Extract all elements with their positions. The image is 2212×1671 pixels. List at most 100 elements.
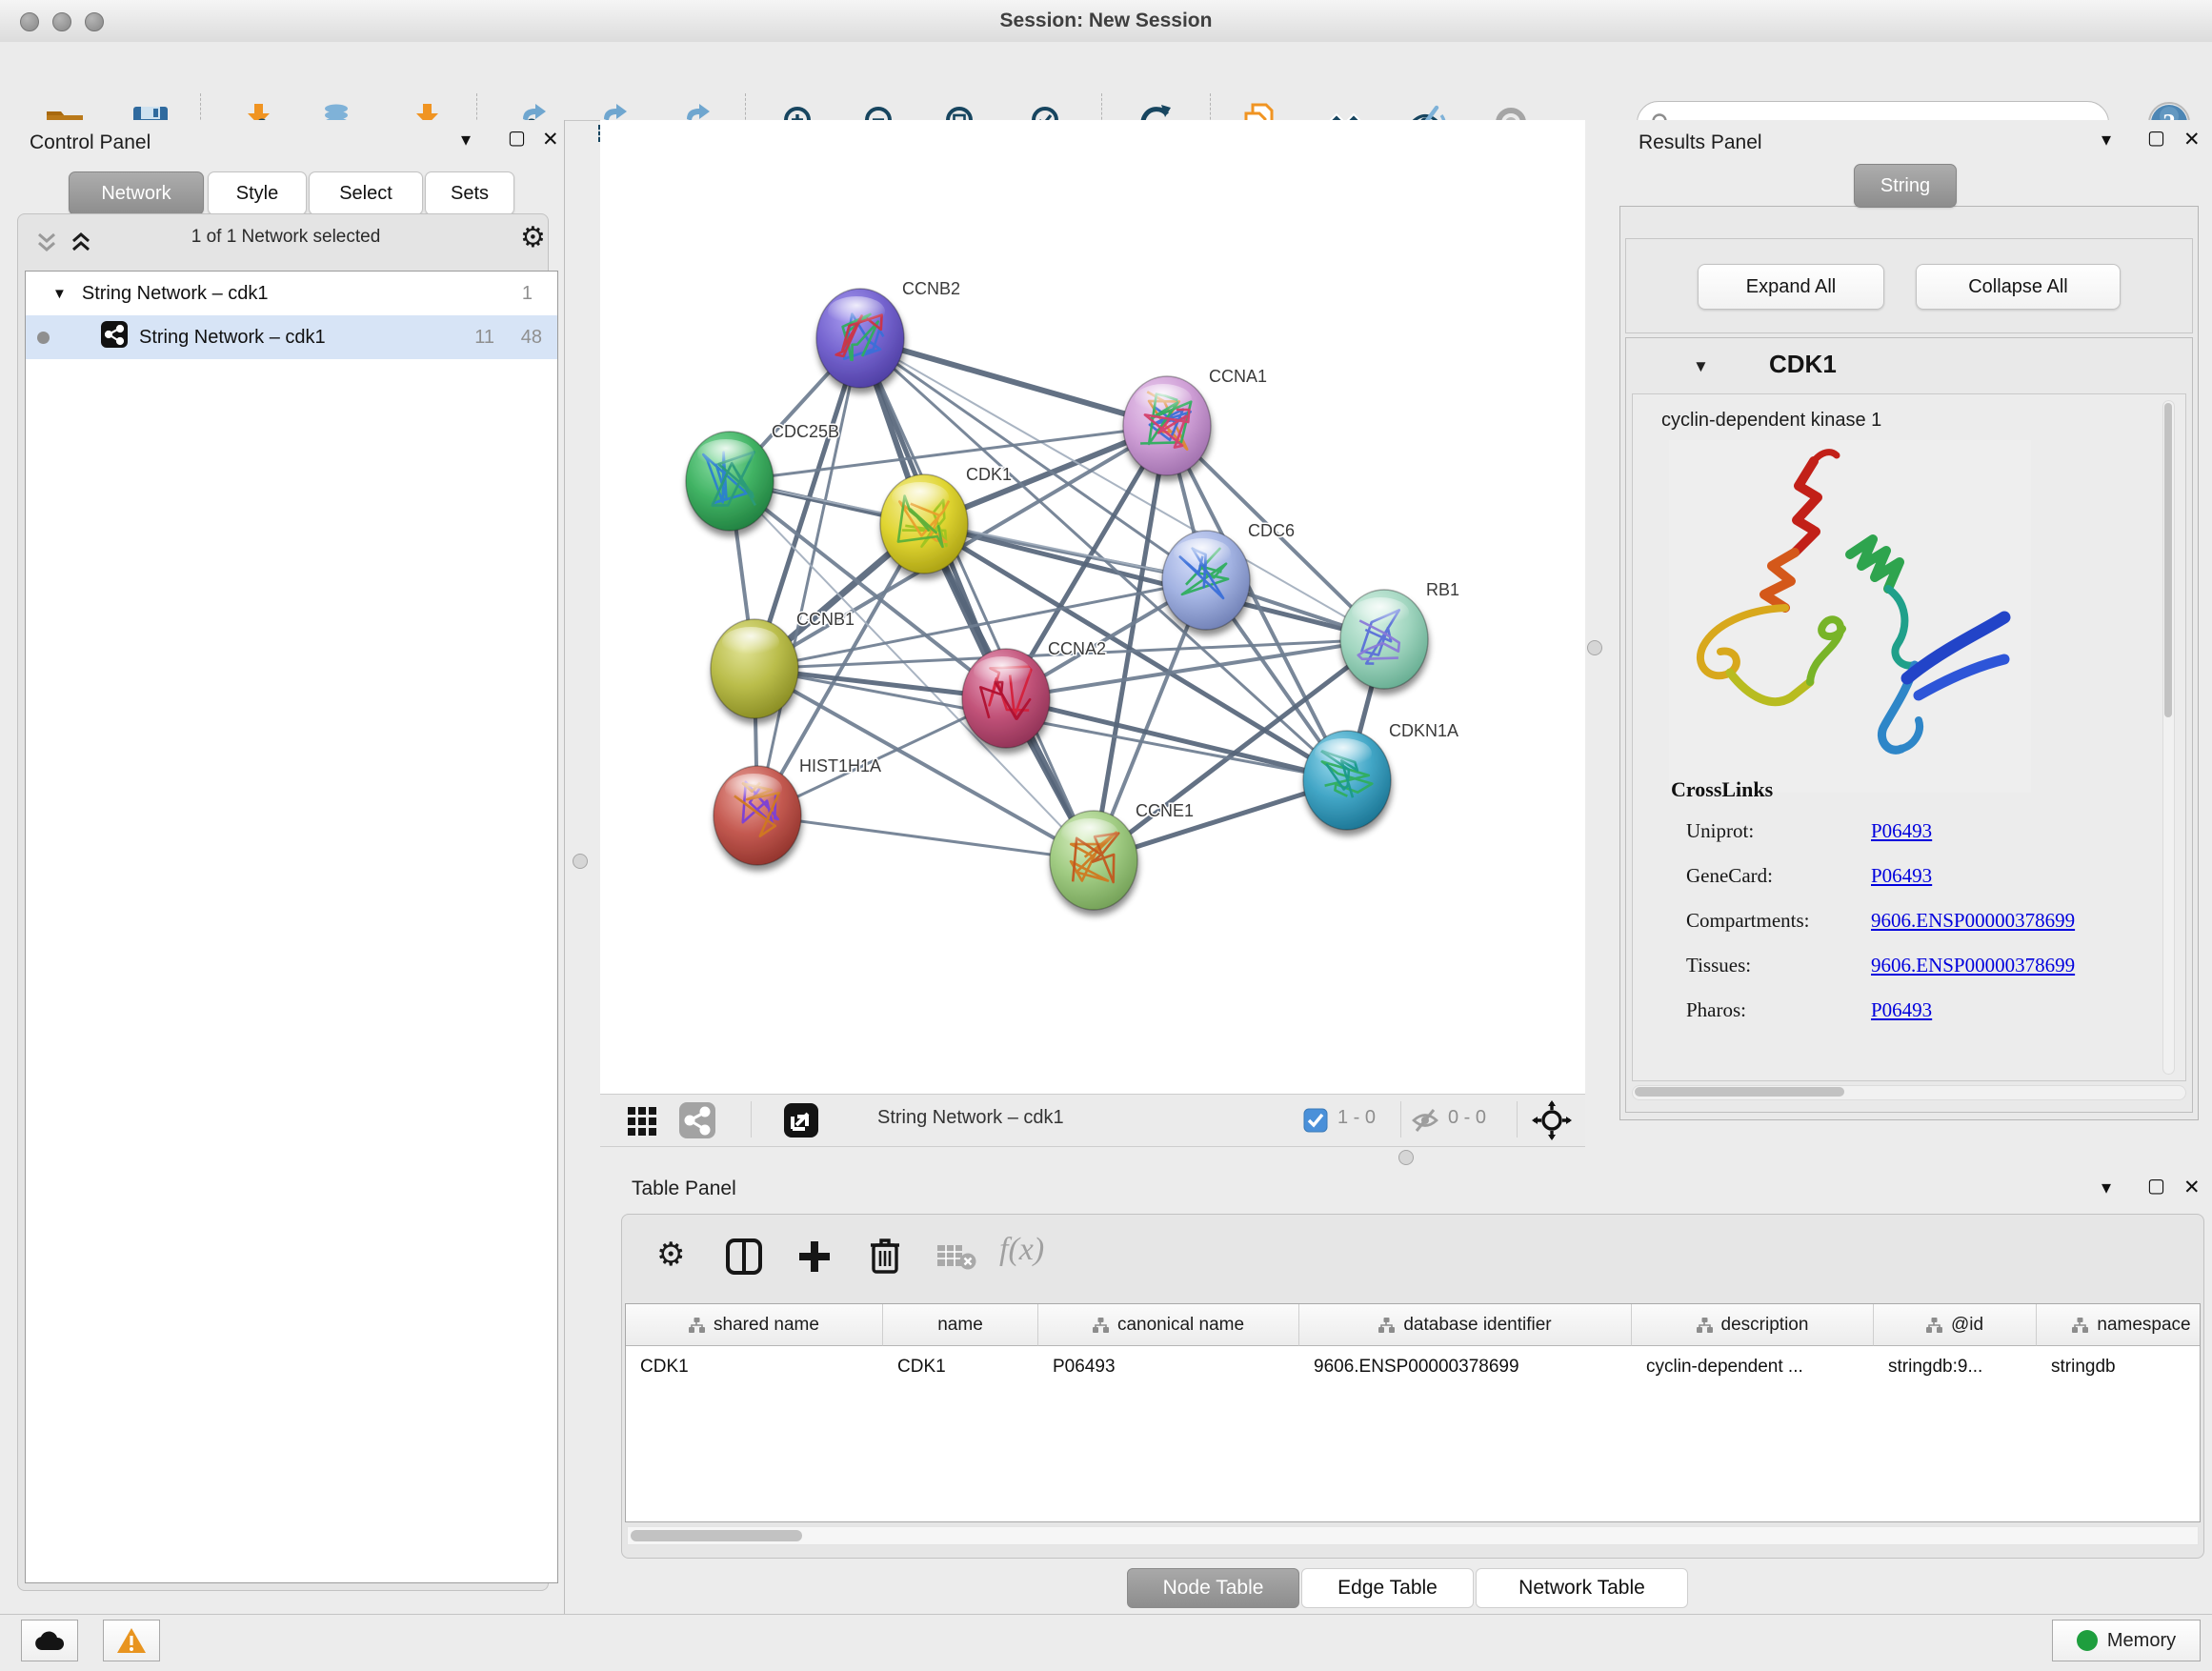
collection-label: String Network – cdk1 [82, 283, 269, 305]
crosslink-label: GeneCard: [1686, 864, 1773, 888]
table-cell[interactable]: stringdb [2037, 1346, 2201, 1388]
column-header-namespace[interactable]: namespace [2037, 1304, 2201, 1346]
node-label-hist1h1a: HIST1H1A [799, 756, 881, 775]
table-panel-close-button[interactable]: ✕ [2183, 1176, 2201, 1199]
results-panel-maximize-button[interactable]: ▢ [2147, 126, 2165, 150]
expand-all-networks-icon[interactable] [69, 231, 93, 260]
gene-collapse-icon[interactable]: ▼ [1693, 357, 1709, 376]
application-window: Session: New Session [0, 0, 2212, 1671]
node-label-ccnb2: CCNB2 [902, 279, 960, 298]
network-selection-status: 1 of 1 Network selected [114, 227, 457, 248]
results-panel-float-button[interactable]: ▾ [2101, 128, 2111, 151]
fit-content-crosshair-icon[interactable] [1532, 1100, 1572, 1145]
table-cell[interactable]: CDK1 [883, 1346, 1038, 1388]
network-canvas[interactable]: CCNB2CCNA1CDC25BCDK1CDC6RB1CCNB1CCNA2CDK… [600, 120, 1585, 1094]
column-header-description[interactable]: description [1632, 1304, 1874, 1346]
results-panel-close-button[interactable]: ✕ [2183, 128, 2201, 151]
expand-all-button[interactable]: Expand All [1698, 264, 1884, 310]
toolbar-separator [1400, 1101, 1401, 1137]
main-toolbar: ? [0, 42, 2212, 121]
control-panel-close-button[interactable]: ✕ [542, 128, 559, 151]
window-title: Session: New Session [0, 0, 2212, 42]
tab-network[interactable]: Network [69, 171, 204, 215]
status-bar [0, 1614, 2212, 1671]
delete-table-icon [936, 1241, 976, 1277]
collection-expand-icon[interactable]: ▼ [52, 286, 67, 302]
column-header-database-identifier[interactable]: database identifier [1299, 1304, 1632, 1346]
control-panel-maximize-button[interactable]: ▢ [508, 126, 526, 150]
selected-checkbox-icon[interactable] [1303, 1108, 1328, 1137]
table-panel-maximize-button[interactable]: ▢ [2147, 1174, 2165, 1198]
table-cell[interactable]: cyclin-dependent ... [1632, 1346, 1874, 1388]
table-cell[interactable]: P06493 [1038, 1346, 1299, 1388]
table-gear-icon[interactable]: ⚙ [656, 1236, 685, 1274]
split-columns-icon[interactable] [725, 1238, 763, 1280]
collapse-all-networks-icon[interactable] [34, 231, 59, 260]
cloud-status-button[interactable] [21, 1620, 78, 1661]
network-tree: ▼ String Network – cdk1 1 String Network… [25, 271, 558, 1583]
node-table[interactable]: shared nameCDK1nameCDK1canonical nameP06… [625, 1303, 2201, 1522]
control-panel-float-button[interactable]: ▾ [461, 128, 471, 151]
table-cell[interactable]: CDK1 [626, 1346, 883, 1388]
crosslink-row: Compartments: 9606.ENSP00000378699 [1633, 901, 2185, 946]
table-horizontal-scrollbar[interactable] [627, 1526, 2199, 1545]
cloud-icon [33, 1629, 66, 1652]
grid-view-icon[interactable] [626, 1103, 660, 1142]
table-panel-float-button[interactable]: ▾ [2101, 1176, 2111, 1199]
network-edge-count: 48 [521, 327, 542, 349]
string-view-icon[interactable] [678, 1101, 716, 1144]
gene-section: ▼ CDK1 cyclin-dependent kinase 1 [1625, 337, 2193, 1113]
memory-status-dot [2077, 1630, 2098, 1651]
left-splitter-handle[interactable] [573, 854, 588, 869]
function-builder-icon: f(x) [999, 1232, 1044, 1268]
crosslinks-title: CrossLinks [1671, 777, 1773, 802]
crosslink-row: Tissues:9606.ENSP00000378699 [1633, 946, 2185, 991]
tab-edge-table[interactable]: Edge Table [1301, 1568, 1474, 1608]
crosslinks-list: Uniprot: P06493 GeneCard: P06493 Compartment… [1633, 812, 2185, 1036]
network-options-gear-icon[interactable]: ⚙ [520, 221, 546, 254]
table-cell[interactable]: 9606.ENSP00000378699 [1299, 1346, 1632, 1388]
column-header-canonical-name[interactable]: canonical name [1038, 1304, 1299, 1346]
tab-sets[interactable]: Sets [425, 171, 514, 215]
crosslink-value-link[interactable]: P06493 [1871, 864, 1932, 888]
tab-string-results[interactable]: String [1854, 164, 1957, 208]
control-panel: Control Panel ▾ ▢ ✕ Network Style Select… [0, 120, 565, 1614]
crosslink-value-link[interactable]: P06493 [1871, 819, 1932, 843]
tab-node-table[interactable]: Node Table [1127, 1568, 1299, 1608]
string-network-icon [101, 321, 128, 353]
add-column-icon[interactable] [795, 1238, 834, 1280]
bottom-splitter-handle[interactable] [1398, 1150, 1414, 1165]
warning-status-button[interactable] [103, 1620, 160, 1661]
tab-select[interactable]: Select [309, 171, 423, 215]
crosslink-value-link[interactable]: P06493 [1871, 998, 1932, 1022]
collapse-all-button[interactable]: Collapse All [1916, 264, 2121, 310]
crosslink-value-link[interactable]: 9606.ENSP00000378699 [1871, 954, 2075, 977]
node-label-ccna1: CCNA1 [1209, 367, 1267, 386]
results-panel-title: Results Panel [1639, 131, 1762, 154]
memory-status-button[interactable]: Memory [2052, 1620, 2201, 1661]
column-header-name[interactable]: name [883, 1304, 1038, 1346]
network-collection-row[interactable]: ▼ String Network – cdk1 1 [26, 272, 557, 315]
gene-details: cyclin-dependent kinase 1 [1632, 393, 2186, 1081]
hidden-eye-icon [1410, 1105, 1440, 1140]
right-splitter-handle[interactable] [1587, 640, 1602, 655]
crosslink-value-link[interactable]: 9606.ENSP00000378699 [1871, 909, 2075, 933]
node-label-ccnb1: CCNB1 [796, 610, 855, 629]
column-header-shared-name[interactable]: shared name [626, 1304, 883, 1346]
node-label-ccna2: CCNA2 [1048, 639, 1106, 658]
crosslink-row: GeneCard: P06493 [1633, 856, 2185, 901]
birdseye-view-icon[interactable] [783, 1102, 819, 1143]
tab-network-table[interactable]: Network Table [1476, 1568, 1688, 1608]
crosslink-label: Uniprot: [1686, 819, 1754, 843]
network-label: String Network – cdk1 [139, 327, 326, 349]
results-vertical-scrollbar[interactable] [2162, 400, 2175, 1075]
crosslink-label: Compartments: [1686, 909, 1810, 933]
node-label-cdkn1a: CDKN1A [1389, 721, 1458, 740]
column-header--id[interactable]: @id [1874, 1304, 2037, 1346]
results-horizontal-scrollbar[interactable] [1632, 1085, 2186, 1100]
title-bar: Session: New Session [0, 0, 2212, 43]
table-cell[interactable]: stringdb:9... [1874, 1346, 2037, 1388]
network-row-selected[interactable]: String Network – cdk1 11 48 [26, 315, 557, 359]
delete-column-icon[interactable] [866, 1236, 904, 1278]
tab-style[interactable]: Style [208, 171, 307, 215]
